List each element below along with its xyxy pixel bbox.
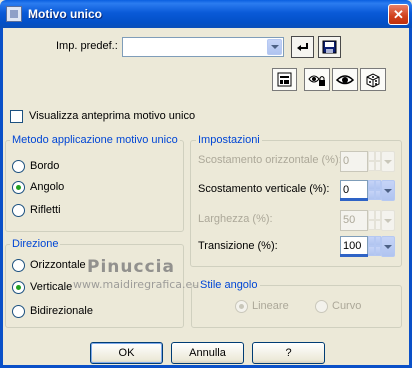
radio-lineare[interactable]	[235, 300, 248, 313]
h-offset-spinner[interactable]: 0	[340, 151, 396, 172]
radio-orizzontale-label[interactable]: Orizzontale	[30, 259, 86, 271]
chevron-down-icon[interactable]	[381, 236, 395, 257]
preview-checkbox-label[interactable]: Visualizza anteprima motivo unico	[29, 110, 195, 122]
ok-button[interactable]: OK	[90, 342, 163, 364]
preview-panel-button[interactable]	[272, 68, 297, 91]
preview-checkbox[interactable]	[10, 110, 23, 123]
chevron-down-icon[interactable]	[381, 151, 395, 172]
preview-panel-icon	[277, 72, 292, 87]
reset-preset-button[interactable]	[291, 36, 314, 58]
dice-icon	[366, 72, 380, 88]
transition-spinner[interactable]: 100	[340, 236, 396, 257]
radio-verticale-label[interactable]: Verticale	[30, 281, 72, 293]
radio-curvo-label[interactable]: Curvo	[332, 300, 361, 312]
radio-rifletti-label[interactable]: Rifletti	[30, 204, 61, 216]
radio-bidirezionale-label[interactable]: Bidirezionale	[30, 305, 93, 317]
method-legend: Metodo applicazione motivo unico	[10, 134, 180, 146]
radio-curvo[interactable]	[315, 300, 328, 313]
radio-lineare-label[interactable]: Lineare	[252, 300, 289, 312]
close-icon: ✕	[393, 6, 404, 22]
reset-icon	[297, 43, 308, 51]
preset-dropdown[interactable]	[122, 37, 284, 57]
help-button[interactable]: ?	[252, 342, 325, 364]
cancel-button[interactable]: Annulla	[171, 342, 244, 364]
chevron-down-icon[interactable]	[381, 180, 395, 201]
preview-toggle-button[interactable]	[332, 68, 358, 91]
settings-legend: Impostazioni	[196, 134, 262, 146]
v-offset-spinner[interactable]: 0	[340, 180, 396, 201]
width-updown[interactable]	[368, 210, 381, 231]
radio-bidirezionale[interactable]	[12, 305, 25, 318]
width-label: Larghezza (%):	[198, 213, 273, 225]
chevron-down-icon[interactable]	[381, 210, 395, 231]
preset-label: Imp. predef.:	[56, 40, 118, 52]
radio-bordo-label[interactable]: Bordo	[30, 160, 59, 172]
save-icon	[322, 40, 337, 54]
v-offset-label: Scostamento verticale (%):	[198, 183, 330, 195]
randomize-button[interactable]	[360, 68, 386, 91]
eye-lock-icon	[308, 75, 325, 86]
radio-orizzontale[interactable]	[12, 259, 25, 272]
radio-angolo-label[interactable]: Angolo	[30, 181, 64, 193]
radio-bordo[interactable]	[12, 160, 25, 173]
window-frame-left	[0, 28, 3, 368]
watermark-name: Pinuccia	[87, 257, 175, 277]
window-title: Motivo unico	[28, 7, 102, 21]
transition-label: Transizione (%):	[198, 240, 278, 252]
v-offset-updown[interactable]	[368, 180, 381, 201]
radio-rifletti[interactable]	[12, 204, 25, 217]
eye-icon	[336, 75, 354, 85]
width-spinner[interactable]: 50	[340, 210, 396, 231]
direction-legend: Direzione	[10, 238, 61, 250]
transition-updown[interactable]	[368, 236, 381, 257]
h-offset-label: Scostamento orizzontale (%):	[198, 154, 342, 166]
radio-angolo[interactable]	[12, 181, 25, 194]
width-value[interactable]: 50	[340, 210, 368, 231]
transition-bar	[340, 254, 368, 257]
radio-verticale[interactable]	[12, 281, 25, 294]
v-offset-bar	[340, 198, 368, 201]
h-offset-value[interactable]: 0	[340, 151, 368, 172]
watermark-url: www.maidiregrafica.eu	[73, 278, 200, 291]
app-icon	[6, 6, 22, 22]
corner-style-legend: Stile angolo	[198, 279, 260, 291]
corner-style-group	[191, 285, 402, 328]
h-offset-updown[interactable]	[368, 151, 381, 172]
save-preset-button[interactable]	[318, 36, 341, 58]
proof-toggle-button[interactable]	[304, 68, 330, 91]
chevron-down-icon[interactable]	[267, 39, 282, 55]
close-button[interactable]: ✕	[388, 4, 409, 25]
